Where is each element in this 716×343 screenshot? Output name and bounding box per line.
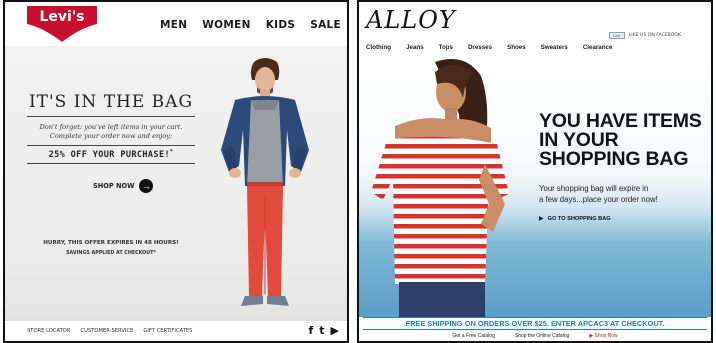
facebook-icon[interactable]: f [308, 324, 313, 337]
levis-logo[interactable]: Levi's [25, 4, 99, 44]
alloy-body-text: Your shopping bag will expire in a few d… [539, 184, 709, 205]
facebook-like: Like LIKE US ON FACEBOOK [608, 32, 681, 39]
alloy-footer: Get a Free Catalog Shop the Online Catal… [359, 331, 711, 341]
alloy-logo[interactable]: ALLOY [366, 6, 456, 34]
nav-men[interactable]: MEN [160, 19, 187, 31]
alloy-body-line1: Your shopping bag will expire in [539, 184, 649, 193]
levis-offer-mark: * [169, 149, 174, 155]
nav-kids[interactable]: KIDS [266, 19, 296, 31]
levis-footer-links: STORE LOCATOR CUSTOMER SERVICE GIFT CERT… [27, 328, 192, 334]
levis-offer-text: 25% OFF YOUR PURCHASE! [48, 149, 170, 160]
levis-headline: IT'S IN THE BAG [28, 92, 194, 112]
levis-subtext-line2: Complete your order now and enjoy: [49, 132, 173, 140]
twitter-icon[interactable]: t [319, 324, 324, 337]
levis-savings-note: SAVINGS APPLIED AT CHECKOUT* [66, 251, 156, 256]
go-to-shopping-bag-link[interactable]: ▶ GO TO SHOPPING BAG [539, 215, 611, 223]
nav-sweaters[interactable]: Sweaters [541, 44, 568, 51]
levis-logo-text: Levi's [40, 9, 85, 25]
store-locator-link[interactable]: STORE LOCATOR [27, 328, 71, 334]
levis-expiry-note: HURRY, THIS OFFER EXPIRES IN 48 HOURS! [43, 240, 179, 246]
nav-clearance[interactable]: Clearance [583, 44, 613, 51]
levis-divider-bottom [27, 163, 195, 164]
youtube-icon[interactable]: ▶ [331, 324, 339, 337]
levis-nav: MEN WOMEN KIDS SALE [160, 19, 341, 31]
gift-certificates-link[interactable]: GIFT CERTIFICATES [143, 328, 192, 334]
levis-divider-mid [27, 145, 195, 146]
levis-email-panel: Levi's MEN WOMEN KIDS SALE IT'S IN THE B… [3, 0, 349, 343]
alloy-model-image [371, 59, 509, 317]
alloy-headline-line3: SHOPPING BAG [539, 148, 689, 170]
alloy-headline: YOU HAVE ITEMS IN YOUR SHOPPING BAG [539, 111, 709, 170]
levis-offer: 25% OFF YOUR PURCHASE!* [23, 149, 199, 160]
shop-now-label: SHOP NOW [93, 182, 135, 190]
levis-social-icons: f t ▶ [308, 324, 339, 337]
levis-divider-top [27, 116, 195, 117]
levis-footer: STORE LOCATOR CUSTOMER SERVICE GIFT CERT… [5, 321, 347, 341]
free-catalog-link[interactable]: Get a Free Catalog [452, 331, 495, 341]
nav-sale[interactable]: SALE [310, 19, 341, 31]
alloy-hero: YOU HAVE ITEMS IN YOUR SHOPPING BAG Your… [359, 54, 711, 317]
levis-subtext-line1: Don't forget: you've left items in your … [39, 123, 183, 131]
levis-model-image [221, 58, 309, 306]
shop-now-link[interactable]: ▶ Shop Now [589, 331, 617, 341]
nav-jeans[interactable]: Jeans [406, 44, 424, 51]
levis-header: Levi's MEN WOMEN KIDS SALE [5, 2, 347, 46]
nav-clothing[interactable]: Clothing [366, 44, 391, 51]
facebook-like-text: LIKE US ON FACEBOOK [628, 33, 681, 38]
online-catalog-link[interactable]: Shop the Online Catalog [515, 331, 569, 341]
alloy-email-panel: ALLOY Like LIKE US ON FACEBOOK Clothing … [357, 0, 713, 343]
nav-women[interactable]: WOMEN [202, 19, 250, 31]
customer-service-link[interactable]: CUSTOMER SERVICE [81, 328, 134, 334]
shop-now-button[interactable]: SHOP NOW → [93, 178, 154, 194]
nav-shoes[interactable]: Shoes [507, 44, 526, 51]
alloy-header: ALLOY Like LIKE US ON FACEBOOK Clothing … [359, 2, 711, 54]
alloy-nav: Clothing Jeans Tops Dresses Shoes Sweate… [366, 44, 612, 51]
nav-tops[interactable]: Tops [439, 44, 453, 51]
arrow-right-icon: ▶ [539, 216, 544, 222]
levis-subtext: Don't forget: you've left items in your … [23, 123, 199, 141]
facebook-like-button[interactable]: Like [608, 32, 625, 39]
free-shipping-banner[interactable]: FREE SHIPPING ON ORDERS OVER $25. ENTER … [363, 317, 707, 330]
levis-hero: IT'S IN THE BAG Don't forget: you've lef… [5, 46, 347, 321]
go-to-shopping-bag-label: GO TO SHOPPING BAG [547, 215, 611, 222]
nav-dresses[interactable]: Dresses [468, 44, 492, 51]
alloy-body-line2: a few days...place your order now! [539, 194, 658, 204]
arrow-right-icon: → [139, 179, 154, 193]
